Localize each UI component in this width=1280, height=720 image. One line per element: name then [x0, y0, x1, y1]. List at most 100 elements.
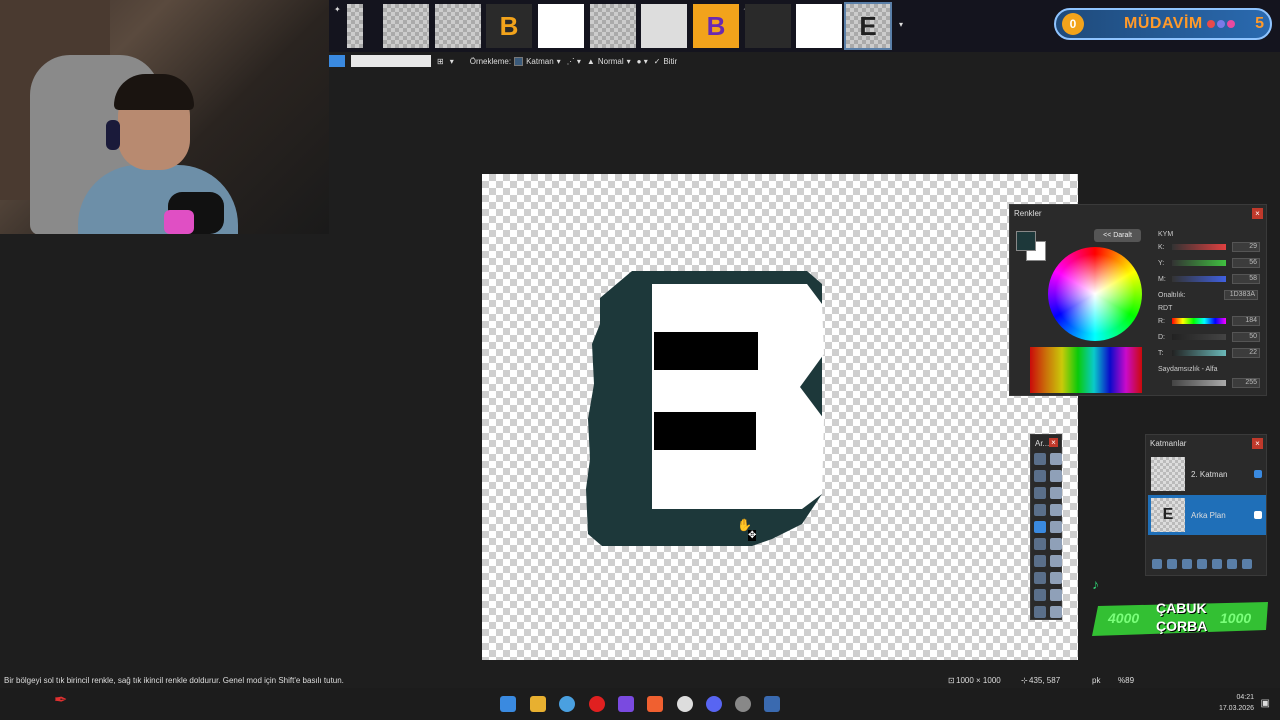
merge-layer-icon[interactable]	[1197, 559, 1207, 569]
shape-options-tool[interactable]	[1050, 606, 1062, 618]
badge-dots	[1206, 20, 1235, 28]
move-selection-tool[interactable]	[1050, 470, 1062, 482]
recorder-icon[interactable]	[735, 696, 751, 712]
notification-icon[interactable]: ▣	[1261, 698, 1270, 709]
app-icon[interactable]	[618, 696, 634, 712]
d-slider[interactable]	[1172, 334, 1226, 340]
image-thumb-selected[interactable]: E	[844, 2, 892, 50]
alpha-icon[interactable]: ● ▾	[637, 57, 648, 66]
add-layer-icon[interactable]	[1152, 559, 1162, 569]
ellipse-select-tool[interactable]	[1034, 487, 1046, 499]
t-row: T: 22	[1158, 348, 1264, 358]
layer-item-selected[interactable]: E Arka Plan	[1148, 495, 1266, 535]
r-input[interactable]: 184	[1232, 316, 1260, 326]
color-palette[interactable]	[1030, 347, 1142, 393]
t-slider[interactable]	[1172, 350, 1226, 356]
image-thumb[interactable]	[435, 4, 481, 48]
clone-tool[interactable]	[1050, 555, 1062, 567]
move-down-icon[interactable]	[1227, 559, 1237, 569]
k-input[interactable]: 29	[1232, 242, 1260, 252]
image-thumb[interactable]	[745, 4, 791, 48]
move-tool[interactable]	[1050, 453, 1062, 465]
system-clock[interactable]: 04:21 17.03.2026	[1219, 692, 1254, 714]
opera-icon[interactable]	[589, 696, 605, 712]
move-up-icon[interactable]	[1212, 559, 1222, 569]
m-input[interactable]: 58	[1232, 274, 1260, 284]
image-thumb[interactable]	[590, 4, 636, 48]
image-thumb[interactable]	[796, 4, 842, 48]
pencil-tool[interactable]	[1034, 555, 1046, 567]
color-picker-tool[interactable]	[1050, 572, 1062, 584]
hex-input[interactable]: 1D383A	[1224, 290, 1258, 300]
rgb-header: RDT	[1158, 305, 1173, 312]
primary-color-swatch[interactable]	[1016, 231, 1036, 251]
gradient-tool[interactable]	[1050, 521, 1062, 533]
zoom-level[interactable]: %89	[1118, 676, 1134, 685]
zoom-tool[interactable]	[1050, 487, 1062, 499]
tool-color-indicator[interactable]	[329, 55, 345, 67]
tolerance-slider[interactable]	[351, 55, 431, 67]
alpha-slider[interactable]	[1172, 380, 1226, 386]
chatgpt-icon[interactable]	[677, 696, 693, 712]
blend-mode-select[interactable]: ▲ Normal ▾	[587, 57, 631, 66]
start-icon[interactable]	[500, 696, 516, 712]
properties-icon[interactable]	[1242, 559, 1252, 569]
brave-icon[interactable]	[647, 696, 663, 712]
colors-panel: Renkler × << Daralt KYM K: 29 Y: 56 M: 5…	[1009, 204, 1267, 396]
collapse-button[interactable]: << Daralt	[1094, 229, 1141, 242]
chrome-icon[interactable]	[559, 696, 575, 712]
bucket-icon[interactable]: ▾	[450, 57, 454, 66]
close-icon[interactable]: ×	[1049, 438, 1058, 447]
viewer-badge: 0 MÜDAVİM 5	[1054, 8, 1272, 40]
image-canvas[interactable]: ✋ ✥	[482, 174, 1078, 660]
eraser-tool[interactable]	[1050, 538, 1062, 550]
antialias-icon[interactable]: ⋰ ▾	[567, 57, 581, 66]
y-input[interactable]: 56	[1232, 258, 1260, 268]
shapes-tool[interactable]	[1034, 606, 1046, 618]
image-thumb[interactable]	[383, 4, 429, 48]
close-icon[interactable]: ×	[1252, 208, 1263, 219]
image-thumb[interactable]	[538, 4, 584, 48]
sampling-option[interactable]: Örnekleme: Katman ▾	[470, 56, 561, 66]
brush-tool[interactable]	[1034, 538, 1046, 550]
dropdown-arrow-icon[interactable]: ▾	[899, 20, 903, 29]
r-slider[interactable]	[1172, 318, 1226, 324]
magic-wand-tool[interactable]	[1034, 504, 1046, 516]
image-thumb[interactable]: B	[693, 4, 739, 48]
delete-layer-icon[interactable]	[1167, 559, 1177, 569]
m-slider[interactable]	[1172, 276, 1226, 282]
paint-net-icon[interactable]	[764, 696, 780, 712]
color-wheel[interactable]	[1048, 247, 1142, 341]
duplicate-layer-icon[interactable]	[1182, 559, 1192, 569]
visibility-checkbox[interactable]	[1254, 470, 1262, 478]
pan-tool[interactable]	[1050, 504, 1062, 516]
cmy-header: KYM	[1158, 231, 1174, 238]
badge-count: 5	[1255, 15, 1264, 32]
paint-bucket-tool[interactable]	[1034, 521, 1046, 533]
file-explorer-icon[interactable]	[530, 696, 546, 712]
image-thumb[interactable]	[347, 4, 363, 48]
unit-select[interactable]: pk	[1092, 676, 1100, 685]
image-thumb[interactable]: B	[486, 4, 532, 48]
microphone-light	[164, 210, 194, 234]
select-rect-tool[interactable]	[1034, 453, 1046, 465]
image-thumb[interactable]	[641, 4, 687, 48]
streamer-hair	[114, 74, 194, 110]
visibility-checkbox[interactable]	[1254, 511, 1262, 519]
recolor-tool[interactable]	[1034, 572, 1046, 584]
layer-icon	[514, 56, 524, 66]
alpha-input[interactable]: 255	[1232, 378, 1260, 388]
t-input[interactable]: 22	[1232, 348, 1260, 358]
text-tool[interactable]	[1034, 589, 1046, 601]
y-slider[interactable]	[1172, 260, 1226, 266]
layer-item[interactable]: 2. Katman	[1148, 454, 1266, 494]
fill-mode-icon[interactable]: ⊞	[437, 57, 444, 66]
k-slider[interactable]	[1172, 244, 1226, 250]
lasso-tool[interactable]	[1034, 470, 1046, 482]
discord-icon[interactable]	[706, 696, 722, 712]
hex-row: Onaltılık: 1D383A	[1158, 290, 1264, 300]
close-icon[interactable]: ×	[1252, 438, 1263, 449]
d-input[interactable]: 50	[1232, 332, 1260, 342]
finish-button[interactable]: ✓ Bitir	[654, 57, 677, 66]
line-tool[interactable]	[1050, 589, 1062, 601]
